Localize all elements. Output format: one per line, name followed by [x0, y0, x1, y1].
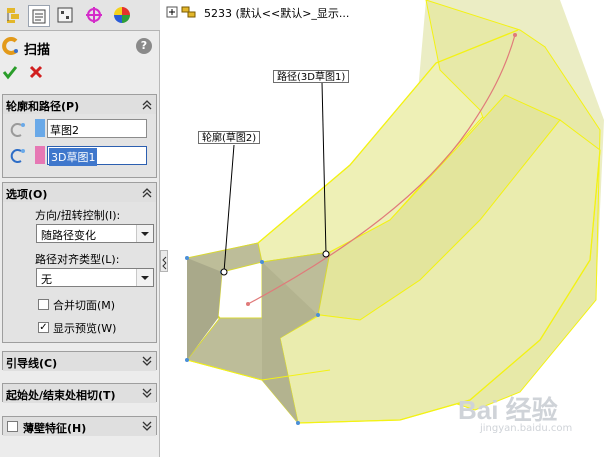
sweep-body	[185, 0, 604, 425]
part-name: 5233 (默认<<默认>_显示...	[204, 7, 350, 20]
watermark-logo: Bai 经验	[458, 395, 558, 425]
profile-callout[interactable]: 轮廓(草图2)	[198, 131, 261, 144]
expand-icon[interactable]	[166, 6, 180, 20]
path-callout[interactable]: 路径(3D草图1)	[273, 70, 350, 83]
watermark: Bai 经验 jingyan.baidu.com	[458, 390, 572, 434]
graphics-viewport[interactable]	[0, 0, 609, 457]
watermark-url: jingyan.baidu.com	[480, 423, 573, 434]
part-icon	[181, 6, 196, 18]
